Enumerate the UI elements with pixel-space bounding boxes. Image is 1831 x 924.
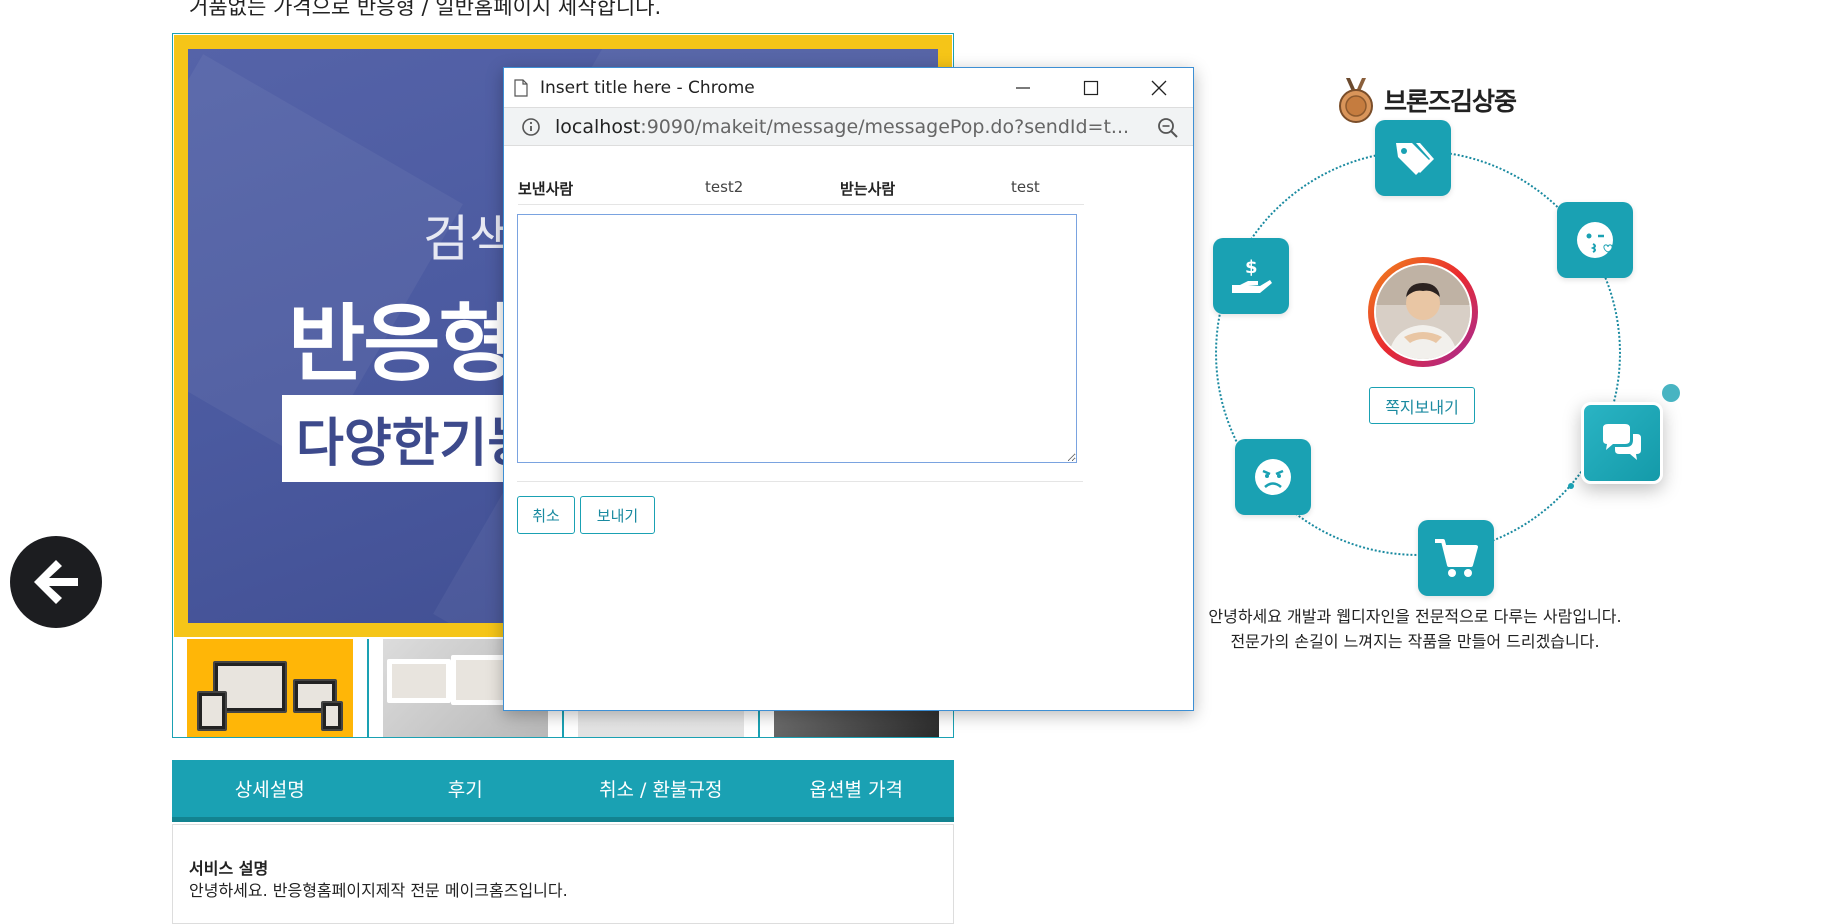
tab-option-prices[interactable]: 옵션별 가격 — [759, 775, 955, 802]
seller-badge: 브론즈김상중 — [1332, 76, 1517, 124]
window-title: Insert title here - Chrome — [540, 77, 755, 98]
hero-text-search: 검색 — [423, 210, 515, 268]
intro-line-1: 안녕하세요 개발과 웹디자인을 전문적으로 다루는 사람입니다. — [1208, 607, 1622, 626]
seller-name: 브론즈김상중 — [1384, 87, 1517, 116]
maximize-icon — [1083, 80, 1099, 95]
back-button[interactable] — [10, 536, 102, 628]
svg-text:$: $ — [1245, 257, 1258, 278]
profile-photo — [1376, 265, 1470, 359]
url-host: localhost — [555, 115, 641, 138]
message-textarea[interactable] — [517, 214, 1077, 463]
url-text: localhost:9090/makeit/message/messagePop… — [555, 116, 1129, 138]
page-headline: 거품없는 가격으로 반응형 / 일반홈페이지 제작합니다. — [189, 0, 662, 19]
service-description: 서비스 설명 안녕하세요. 반응형홈페이지제작 전문 메이크홈즈입니다. — [172, 824, 954, 924]
send-message-button[interactable]: 쪽지보내기 — [1369, 387, 1475, 424]
arrow-left-icon — [34, 560, 78, 604]
address-bar[interactable]: localhost:9090/makeit/message/messagePop… — [504, 107, 1193, 146]
tag-icon[interactable] — [1375, 120, 1451, 196]
decor-dot — [1662, 384, 1680, 402]
bronze-medal-icon — [1339, 78, 1373, 123]
maximize-button[interactable] — [1057, 68, 1125, 107]
kiss-face-icon[interactable] — [1557, 202, 1633, 278]
send-button[interactable]: 보내기 — [580, 496, 655, 534]
tab-reviews[interactable]: 후기 — [368, 775, 564, 802]
tab-refund-policy[interactable]: 취소 / 환불규정 — [563, 775, 759, 802]
intro-line-2: 전문가의 손길이 느껴지는 작품을 만들어 드리겠습니다. — [1230, 632, 1600, 651]
receiver-label: 받는사람 — [840, 180, 896, 198]
thumbnail-1[interactable] — [173, 639, 369, 737]
cancel-button[interactable]: 취소 — [517, 496, 575, 534]
angry-face-icon[interactable] — [1235, 439, 1311, 515]
shopping-cart-icon[interactable] — [1418, 520, 1494, 596]
minimize-button[interactable] — [989, 68, 1057, 107]
decor-dot — [1568, 483, 1574, 489]
avatar — [1368, 257, 1478, 367]
sender-value: test2 — [705, 178, 744, 196]
message-header: 보낸사람 test2 받는사람 test — [518, 168, 1084, 205]
url-path: :9090/makeit/message/messagePop.do?sendI… — [640, 115, 1130, 138]
chat-bubbles-icon[interactable] — [1581, 402, 1663, 484]
window-titlebar[interactable]: Insert title here - Chrome — [504, 68, 1193, 107]
detail-tabs: 상세설명 후기 취소 / 환불규정 옵션별 가격 — [172, 760, 954, 822]
receiver-value: test — [1011, 178, 1040, 196]
document-icon — [514, 78, 528, 97]
minimize-icon — [1016, 86, 1030, 89]
close-button[interactable] — [1125, 68, 1193, 107]
message-popup-window: Insert title here - Chrome localhost:909… — [503, 67, 1194, 711]
zoom-out-icon[interactable] — [1157, 117, 1179, 139]
close-icon — [1151, 80, 1167, 95]
sender-label: 보낸사람 — [518, 180, 574, 198]
divider — [517, 481, 1083, 482]
tab-description[interactable]: 상세설명 — [172, 775, 368, 802]
info-icon[interactable] — [521, 117, 541, 137]
hero-text-responsive: 반응형 — [288, 295, 516, 393]
money-hand-icon[interactable]: $ — [1213, 238, 1289, 314]
seller-intro: 안녕하세요 개발과 웹디자인을 전문적으로 다루는 사람입니다. 전문가의 손길… — [1200, 604, 1630, 654]
service-text: 안녕하세요. 반응형홈페이지제작 전문 메이크홈즈입니다. — [189, 881, 568, 900]
service-title: 서비스 설명 — [189, 859, 269, 878]
